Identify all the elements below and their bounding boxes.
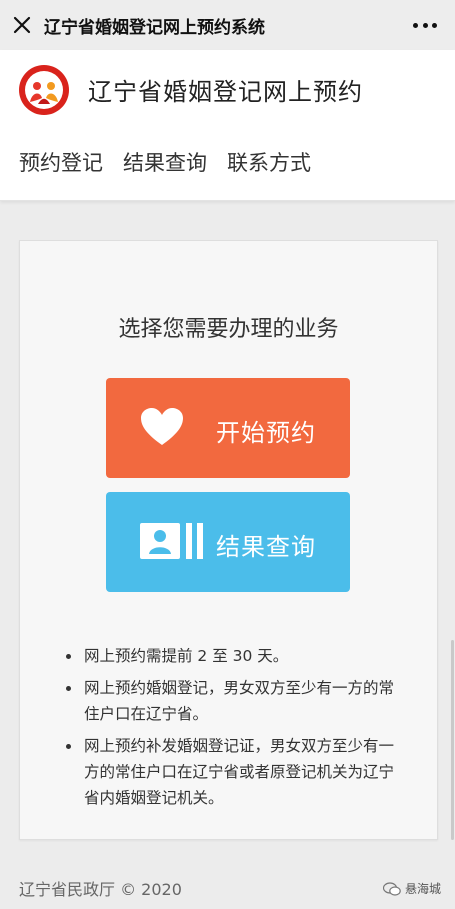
id-card-icon — [140, 523, 203, 559]
nav-item-booking[interactable]: 预约登记 — [19, 147, 103, 177]
footer-copyright: 辽宁省民政厅 © 2020 — [19, 880, 182, 899]
list-item: 网上预约需提前 2 至 30 天。 — [66, 643, 396, 669]
more-dots-icon — [422, 22, 428, 28]
window-title: 辽宁省婚姻登记网上预约系统 — [44, 17, 265, 38]
heart-icon — [141, 408, 183, 445]
query-result-button[interactable]: 结果查询 — [106, 492, 350, 592]
top-bar: 辽宁省婚姻登记网上预约系统 — [0, 0, 455, 50]
watermark: 悬海城 — [382, 880, 441, 897]
query-result-label: 结果查询 — [216, 533, 316, 561]
watermark-text: 悬海城 — [404, 882, 441, 896]
site-header: 辽宁省婚姻登记网上预约 预约登记 结果查询 联系方式 — [0, 50, 455, 201]
service-card: 选择您需要办理的业务 开始预约 结果查询 网上预约需提前 2 至 30 天。 网… — [19, 240, 438, 840]
nav-item-contact[interactable]: 联系方式 — [227, 147, 311, 177]
scrollbar[interactable] — [451, 640, 454, 840]
list-item: 网上预约补发婚姻登记证，男女双方至少有一方的常住户口在辽宁省或者原登记机关为辽宁… — [66, 733, 396, 811]
card-heading: 选择您需要办理的业务 — [118, 317, 339, 342]
nav-item-result-query[interactable]: 结果查询 — [123, 147, 207, 177]
more-dots-icon — [432, 22, 437, 28]
list-item: 网上预约婚姻登记，男女双方至少有一方的常住户口在辽宁省。 — [66, 675, 396, 727]
more-button[interactable] — [413, 17, 437, 33]
start-booking-label: 开始预约 — [216, 419, 316, 447]
close-icon — [13, 16, 31, 34]
marriage-registration-logo — [19, 65, 69, 115]
more-dots-icon — [413, 22, 418, 28]
wechat-icon — [382, 881, 401, 896]
close-button[interactable] — [2, 0, 42, 50]
notes-list: 网上预约需提前 2 至 30 天。 网上预约婚姻登记，男女双方至少有一方的常住户… — [66, 643, 396, 817]
start-booking-button[interactable]: 开始预约 — [106, 378, 350, 478]
site-title: 辽宁省婚姻登记网上预约 — [88, 78, 363, 106]
main-nav: 预约登记 结果查询 联系方式 — [19, 147, 331, 177]
